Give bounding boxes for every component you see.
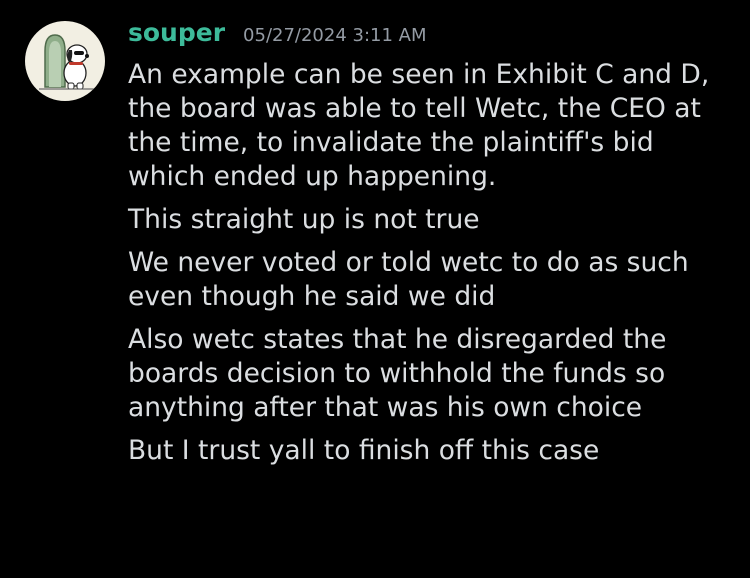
username[interactable]: souper xyxy=(128,18,225,47)
message-line: We never voted or told wetc to do as suc… xyxy=(128,247,689,312)
message-timestamp[interactable]: 05/27/2024 3:11 AM xyxy=(243,25,426,46)
snoopy-avatar-icon xyxy=(39,34,95,90)
message-content: souper 05/27/2024 3:11 AM An example can… xyxy=(128,18,730,477)
message-line: This straight up is not true xyxy=(128,204,480,235)
message-line: Also wetc states that he disregarded the… xyxy=(128,324,667,423)
message-line: An example can be seen in Exhibit C and … xyxy=(128,59,710,192)
message-line: But I trust yall to finish off this case xyxy=(128,435,600,466)
chat-message: souper 05/27/2024 3:11 AM An example can… xyxy=(0,0,750,578)
message-header: souper 05/27/2024 3:11 AM xyxy=(128,18,730,58)
user-avatar[interactable] xyxy=(25,21,105,101)
